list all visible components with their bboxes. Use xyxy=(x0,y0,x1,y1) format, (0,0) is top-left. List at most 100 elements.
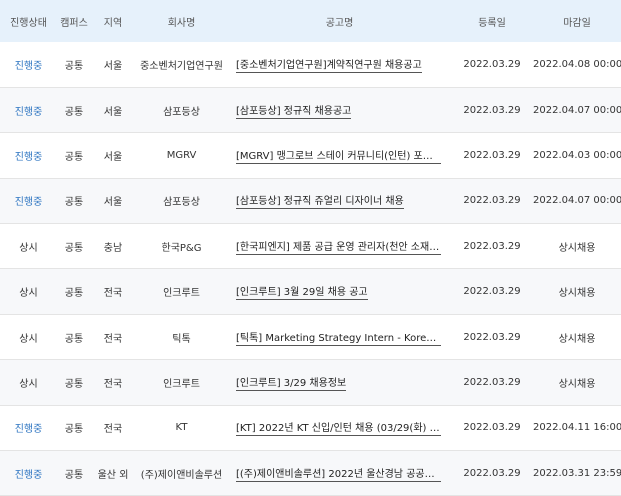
table-body: 진행중 공통 서울 중소벤처기업연구원 [중소벤처기업연구원]계약직연구원 채용공고 20… xyxy=(0,42,621,496)
campus-cell: 공통 xyxy=(64,424,84,436)
company-cell: 인크루트 xyxy=(163,378,200,390)
posting-title-link[interactable]: [틱톡] Marketing Strategy Intern - Korea 채… xyxy=(236,329,441,346)
company-cell: 삼포등상 xyxy=(163,197,200,209)
table-row[interactable]: 진행중 공통 서울 MGRV [MGRV] 맹그로브 스테이 커뮤니티(인턴) 포지… 2… xyxy=(0,133,621,179)
status-cell: 진행중 xyxy=(14,469,43,481)
header-campus: 캠퍼스 xyxy=(60,17,88,29)
header-registered-date: 등록일 xyxy=(478,17,506,29)
status-cell: 진행중 xyxy=(14,424,43,436)
header-company: 회사명 xyxy=(167,17,196,29)
table-row[interactable]: 진행중 공통 울산 외 (주)제이앤비솔루션 [(주)제이앤비솔루션] 2022년 울산… xyxy=(0,450,621,496)
company-cell: 인크루트 xyxy=(163,288,200,300)
posting-title-link[interactable]: [중소벤처기업연구원]계약직연구원 채용공고 xyxy=(236,56,422,73)
title-cell: [틱톡] Marketing Strategy Intern - Korea 채… xyxy=(228,314,451,359)
table-row[interactable]: 상시 공통 충남 한국P&G [한국피엔지] 제품 공급 운영 관리자(천안 소재) …… xyxy=(0,224,621,269)
region-cell: 서울 xyxy=(103,60,123,72)
deadline-cell: 상시채용 xyxy=(558,378,596,390)
header-region: 지역 xyxy=(103,17,123,29)
deadline-cell: 2022.04.07 00:00 xyxy=(533,104,621,116)
title-cell: [MGRV] 맹그로브 스테이 커뮤니티(인턴) 포지… xyxy=(228,133,451,178)
title-cell: [한국피엔지] 제품 공급 운영 관리자(천안 소재) … xyxy=(228,224,451,269)
table-row[interactable]: 진행중 공통 서울 삼포등상 [삼포등상] 정규직 쥬얼리 디자이너 채용 2022.03… xyxy=(0,178,621,224)
status-cell: 상시 xyxy=(19,333,38,345)
status-cell: 상시 xyxy=(19,288,38,300)
campus-cell: 공통 xyxy=(64,469,84,481)
deadline-cell: 상시채용 xyxy=(558,242,596,254)
posting-title-link[interactable]: [삼포등상] 정규직 채용공고 xyxy=(236,102,352,119)
region-cell: 전국 xyxy=(103,333,123,345)
company-cell: 한국P&G xyxy=(161,242,202,254)
title-cell: [KT] 2022년 KT 신입/인턴 채용 (03/29(화) 10… xyxy=(228,405,451,450)
status-cell: 상시 xyxy=(19,242,38,254)
registered-date-cell: 2022.03.29 xyxy=(463,376,521,388)
region-cell: 전국 xyxy=(103,424,123,436)
table-row[interactable]: 상시 공통 전국 인크루트 [인크루트] 3월 29일 채용 공고 2022.03.29 상… xyxy=(0,268,621,315)
header-row: 진행상태 캠퍼스 지역 회사명 공고명 등록일 마감일 xyxy=(0,0,621,42)
deadline-cell: 상시채용 xyxy=(558,288,596,300)
region-cell: 서울 xyxy=(103,106,123,118)
region-cell: 충남 xyxy=(103,242,123,254)
header-title: 공고명 xyxy=(325,17,354,29)
posting-title-link[interactable]: [KT] 2022년 KT 신입/인턴 채용 (03/29(화) 10… xyxy=(236,419,441,437)
registered-date-cell: 2022.03.29 xyxy=(463,467,521,479)
deadline-cell: 상시채용 xyxy=(558,333,596,345)
company-cell: 삼포등상 xyxy=(163,106,200,118)
status-cell: 진행중 xyxy=(14,151,43,163)
table-header: 진행상태 캠퍼스 지역 회사명 공고명 등록일 마감일 xyxy=(0,0,621,42)
campus-cell: 공통 xyxy=(64,151,84,163)
table-row[interactable]: 상시 공통 전국 틱톡 [틱톡] Marketing Strategy Intern -… xyxy=(0,314,621,360)
registered-date-cell: 2022.03.29 xyxy=(463,149,521,161)
region-cell: 서울 xyxy=(103,197,123,209)
title-cell: [인크루트] 3/29 채용정보 xyxy=(228,360,451,405)
posting-title-link[interactable]: [MGRV] 맹그로브 스테이 커뮤니티(인턴) 포지… xyxy=(236,147,441,164)
campus-cell: 공통 xyxy=(64,242,84,254)
campus-cell: 공통 xyxy=(64,197,84,209)
header-status: 진행상태 xyxy=(10,17,47,29)
posting-title-link[interactable]: [(주)제이앤비솔루션] 2022년 울산경남 공공기… xyxy=(236,465,441,482)
table-row[interactable]: 진행중 공통 서울 삼포등상 [삼포등상] 정규직 채용공고 2022.03.29 2022… xyxy=(0,87,621,133)
registered-date-cell: 2022.03.29 xyxy=(463,331,521,343)
title-cell: [삼포등상] 정규직 채용공고 xyxy=(228,87,451,132)
campus-cell: 공통 xyxy=(64,333,84,345)
campus-cell: 공통 xyxy=(64,60,84,72)
title-cell: [중소벤처기업연구원]계약직연구원 채용공고 xyxy=(228,42,451,87)
deadline-cell: 2022.03.31 23:59 xyxy=(533,467,621,479)
status-cell: 진행중 xyxy=(14,197,43,209)
posting-title-link[interactable]: [한국피엔지] 제품 공급 운영 관리자(천안 소재) … xyxy=(236,238,441,255)
registered-date-cell: 2022.03.29 xyxy=(463,286,521,298)
region-cell: 전국 xyxy=(103,288,123,300)
deadline-cell: 2022.04.08 00:00 xyxy=(533,58,621,70)
company-cell: MGRV xyxy=(166,149,197,161)
region-cell: 전국 xyxy=(103,378,123,390)
registered-date-cell: 2022.03.29 xyxy=(463,422,521,434)
company-cell: 중소벤처기업연구원 xyxy=(140,60,223,72)
deadline-cell: 2022.04.07 00:00 xyxy=(533,195,621,207)
job-postings-table: 진행상태 캠퍼스 지역 회사명 공고명 등록일 마감일 진행중 공통 서울 중소벤처기… xyxy=(0,0,621,496)
status-cell: 상시 xyxy=(19,378,38,390)
title-cell: [삼포등상] 정규직 쥬얼리 디자이너 채용 xyxy=(228,178,451,223)
registered-date-cell: 2022.03.29 xyxy=(463,104,521,116)
campus-cell: 공통 xyxy=(64,288,84,300)
table-row[interactable]: 진행중 공통 서울 중소벤처기업연구원 [중소벤처기업연구원]계약직연구원 채용공고 20… xyxy=(0,42,621,88)
registered-date-cell: 2022.03.29 xyxy=(463,240,521,252)
deadline-cell: 2022.04.11 16:00 xyxy=(533,422,621,434)
region-cell: 서울 xyxy=(103,151,123,163)
header-deadline: 마감일 xyxy=(563,17,591,29)
table-row[interactable]: 진행중 공통 전국 KT [KT] 2022년 KT 신입/인턴 채용 (03/29(화… xyxy=(0,405,621,451)
posting-title-link[interactable]: [삼포등상] 정규직 쥬얼리 디자이너 채용 xyxy=(236,192,404,210)
deadline-cell: 2022.04.03 00:00 xyxy=(533,149,621,161)
title-cell: [인크루트] 3월 29일 채용 공고 xyxy=(228,269,451,314)
posting-title-link[interactable]: [인크루트] 3월 29일 채용 공고 xyxy=(236,283,368,301)
region-cell: 울산 외 xyxy=(97,469,129,481)
company-cell: 틱톡 xyxy=(172,333,191,345)
company-cell: KT xyxy=(175,422,188,434)
table-row[interactable]: 상시 공통 전국 인크루트 [인크루트] 3/29 채용정보 2022.03.29 상시채용 xyxy=(0,359,621,406)
registered-date-cell: 2022.03.29 xyxy=(463,195,521,207)
posting-title-link[interactable]: [인크루트] 3/29 채용정보 xyxy=(236,374,347,391)
campus-cell: 공통 xyxy=(64,106,84,118)
campus-cell: 공통 xyxy=(64,378,84,390)
status-cell: 진행중 xyxy=(14,60,43,72)
status-cell: 진행중 xyxy=(14,106,43,118)
registered-date-cell: 2022.03.29 xyxy=(463,58,521,70)
company-cell: (주)제이앤비솔루션 xyxy=(140,469,223,481)
